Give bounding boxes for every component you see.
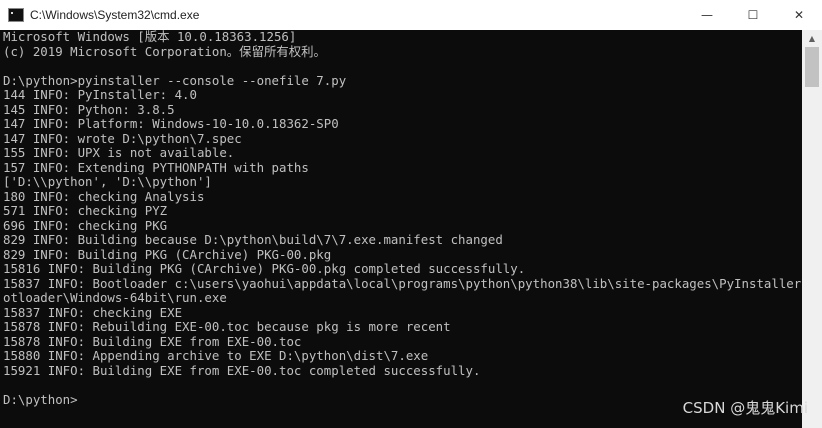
close-button[interactable]: ✕	[776, 0, 822, 30]
console-line: 144 INFO: PyInstaller: 4.0	[3, 87, 197, 102]
console-line: 155 INFO: UPX is not available.	[3, 145, 235, 160]
cmd-window: C:\Windows\System32\cmd.exe — ☐ ✕ Micros…	[0, 0, 822, 428]
window-controls: — ☐ ✕	[684, 0, 822, 30]
minimize-button[interactable]: —	[684, 0, 730, 30]
title-bar[interactable]: C:\Windows\System32\cmd.exe — ☐ ✕	[0, 0, 822, 30]
console-output[interactable]: Microsoft Windows [版本 10.0.18363.1256] (c…	[0, 30, 802, 428]
watermark: CSDN @鬼鬼Kimi	[682, 399, 808, 417]
console-line: 15837 INFO: checking EXE	[3, 304, 183, 320]
window-title: C:\Windows\System32\cmd.exe	[30, 8, 200, 22]
console-line: 829 INFO: Building PKG (CArchive) PKG-00…	[3, 246, 332, 262]
console-line: 147 INFO: Platform: Windows-10-10.0.1836…	[3, 116, 339, 131]
scrollbar-thumb[interactable]	[805, 47, 819, 87]
console-line: 147 INFO: wrote D:\python\7.spec	[3, 130, 242, 146]
console-line: 15878 INFO: Rebuilding EXE-00.toc becaus…	[3, 319, 451, 334]
console-line: 15837 INFO: Bootloader c:\users\yaohui\a…	[3, 275, 802, 291]
console-line: 180 INFO: checking Analysis	[3, 188, 205, 204]
console-line: (c) 2019 Microsoft Corporation。保留所有权利。	[3, 43, 326, 59]
console-line: 15921 INFO: Building EXE from EXE-00.toc…	[3, 362, 481, 378]
console-line: 15878 INFO: Building EXE from EXE-00.toc	[3, 333, 302, 349]
console-line: otloader\Windows-64bit\run.exe	[3, 290, 227, 305]
console-line: 15816 INFO: Building PKG (CArchive) PKG-…	[3, 261, 526, 276]
console-line: D:\python>pyinstaller --console --onefil…	[3, 72, 347, 88]
console-line: 571 INFO: checking PYZ	[3, 203, 168, 218]
cmd-icon	[8, 8, 24, 22]
console-line: 15880 INFO: Appending archive to EXE D:\…	[3, 348, 429, 363]
console-line: 157 INFO: Extending PYTHONPATH with path…	[3, 159, 309, 175]
console-line: ['D:\\python', 'D:\\python']	[3, 174, 212, 189]
console-line: 696 INFO: checking PKG	[3, 217, 168, 233]
scroll-up-arrow-icon[interactable]: ▲	[802, 30, 822, 47]
maximize-button[interactable]: ☐	[730, 0, 776, 30]
console-line: Microsoft Windows [版本 10.0.18363.1256]	[3, 30, 297, 44]
console-line: 145 INFO: Python: 3.8.5	[3, 101, 175, 117]
console-line: 829 INFO: Building because D:\python\bui…	[3, 232, 503, 247]
vertical-scrollbar[interactable]: ▲	[802, 30, 822, 428]
